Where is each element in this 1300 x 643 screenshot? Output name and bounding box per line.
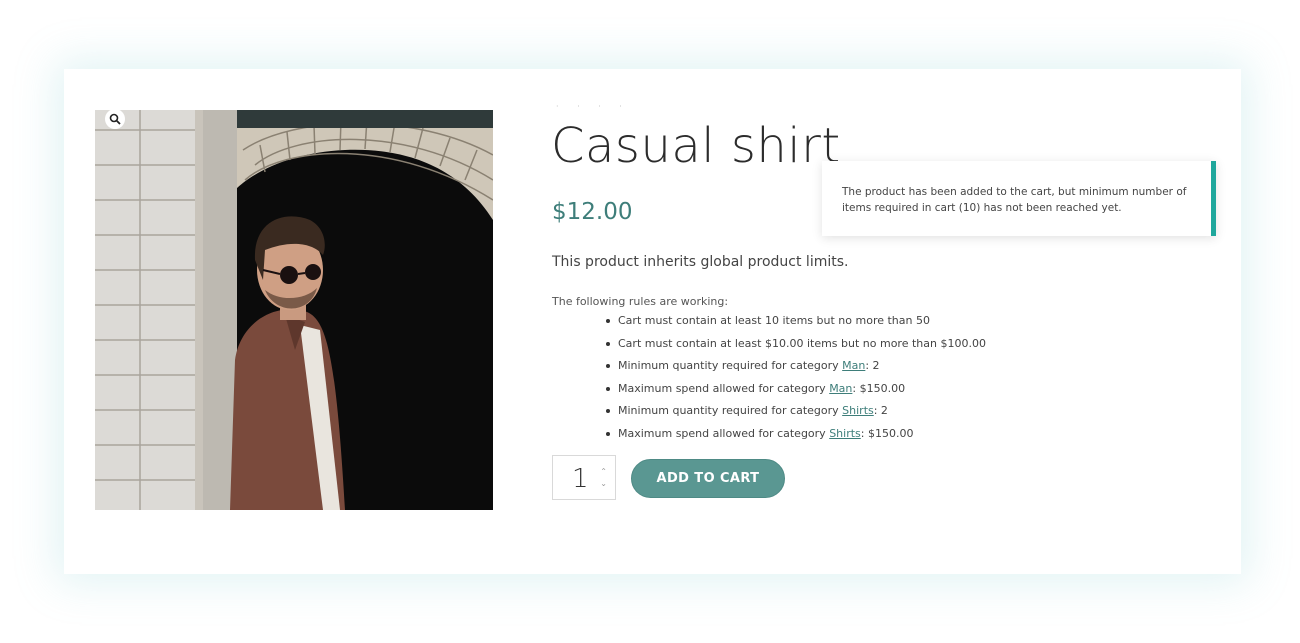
product-image[interactable] bbox=[95, 110, 493, 510]
chevron-up-icon[interactable]: ⌃ bbox=[600, 468, 607, 476]
product-description: This product inherits global product lim… bbox=[552, 254, 849, 270]
product-title: Casual shirt bbox=[551, 118, 841, 174]
rule-text: Cart must contain at least $10.00 items … bbox=[618, 336, 986, 350]
rule-value: : 2 bbox=[865, 359, 880, 372]
rule-text: Minimum quantity required for category bbox=[618, 404, 843, 417]
rule-text: Maximum spend allowed for category bbox=[618, 426, 830, 440]
category-link-man[interactable]: Man bbox=[842, 359, 865, 372]
rule-text: Cart must contain at least 10 items but … bbox=[618, 314, 930, 327]
rule-item: Minimum quantity required for category M… bbox=[606, 357, 986, 380]
category-link-shirts[interactable]: Shirts bbox=[842, 404, 874, 417]
category-link-man[interactable]: Man bbox=[829, 382, 852, 395]
rule-item: Cart must contain at least $10.00 items … bbox=[606, 335, 986, 358]
notice-text: The product has been added to the cart, … bbox=[842, 186, 1187, 214]
product-photo bbox=[95, 110, 493, 510]
rule-item: Minimum quantity required for category S… bbox=[606, 402, 986, 425]
rule-text: Minimum quantity required for category bbox=[618, 359, 843, 372]
rule-value: : 2 bbox=[873, 404, 888, 417]
category-link-shirts[interactable]: Shirts bbox=[829, 427, 861, 440]
rule-value: : $150.00 bbox=[860, 426, 914, 440]
quantity-value[interactable]: 1 bbox=[572, 464, 589, 494]
breadcrumb: · · · · bbox=[556, 102, 630, 111]
add-to-cart-button[interactable]: ADD TO CART bbox=[631, 459, 785, 498]
rule-item: Maximum spend allowed for category Man: … bbox=[606, 380, 986, 403]
rules-list: Cart must contain at least 10 items but … bbox=[606, 312, 986, 447]
chevron-down-icon[interactable]: ⌄ bbox=[600, 480, 607, 488]
magnifier-icon bbox=[109, 113, 121, 125]
rule-value: : $150.00 bbox=[852, 381, 906, 395]
rules-intro: The following rules are working: bbox=[552, 295, 729, 308]
zoom-button[interactable] bbox=[105, 109, 125, 129]
quantity-input[interactable]: 1 ⌃ ⌄ bbox=[552, 455, 616, 500]
rule-item: Cart must contain at least 10 items but … bbox=[606, 312, 986, 335]
rule-text: Maximum spend allowed for category bbox=[618, 381, 830, 395]
rule-item: Maximum spend allowed for category Shirt… bbox=[606, 425, 986, 448]
product-price: $12.00 bbox=[552, 199, 633, 225]
cart-notice: The product has been added to the cart, … bbox=[822, 161, 1216, 236]
